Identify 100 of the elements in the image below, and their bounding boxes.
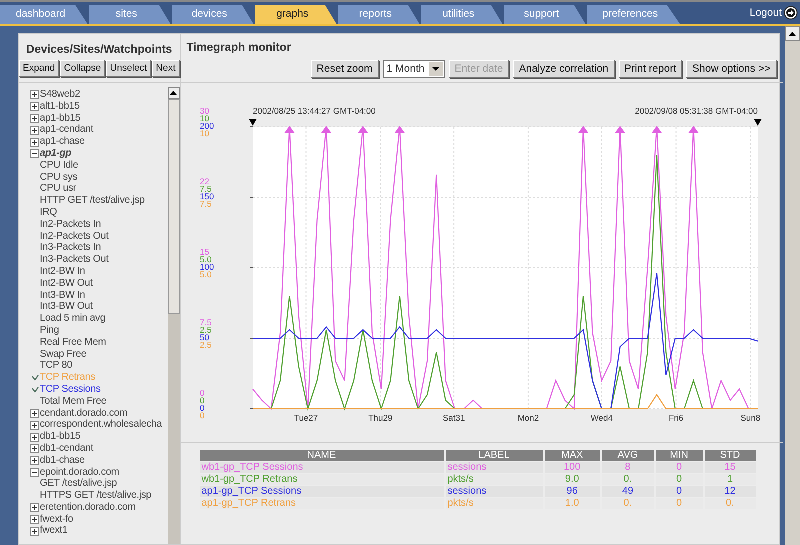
- range-end-marker-icon[interactable]: [754, 119, 762, 126]
- toolbar-button[interactable]: Print report: [618, 60, 682, 78]
- scrollbar[interactable]: [168, 87, 180, 544]
- axis-label: 5.0: [200, 254, 212, 264]
- tree-leaf[interactable]: HTTPS GET /test/alive.jsp: [40, 490, 152, 502]
- expand-icon[interactable]: [30, 420, 39, 430]
- range-start-marker-icon[interactable]: [248, 119, 257, 126]
- overflow-marker: [321, 126, 332, 133]
- collapse-icon[interactable]: [30, 149, 39, 158]
- tree-leaf[interactable]: HTTP GET /test/alive.jsp: [40, 195, 145, 207]
- tree-node[interactable]: epoint.dorado.com: [40, 466, 120, 478]
- page-title: Timegraph monitor: [186, 41, 292, 54]
- tree-node[interactable]: fwext-fo: [40, 514, 74, 526]
- range-dropdown[interactable]: 1 Month: [382, 60, 445, 78]
- tree-leaf[interactable]: GET /test/alive.jsp: [40, 478, 118, 490]
- axis-label: 0: [200, 388, 204, 398]
- tree-node[interactable]: alt1-bb15: [40, 100, 80, 113]
- overflow-marker: [578, 126, 588, 133]
- expand-icon[interactable]: [30, 526, 39, 536]
- axis-label: 22: [200, 176, 210, 186]
- tree-leaf[interactable]: Ping: [40, 324, 60, 337]
- tree-leaf[interactable]: In3-Packets Out: [40, 254, 109, 266]
- table-cell: ap1-gp_TCP Sessions: [200, 486, 444, 497]
- axis-label: 7.5: [200, 318, 212, 328]
- tree-node[interactable]: cendant.dorado.com: [40, 408, 128, 420]
- axis-label: 150: [200, 192, 214, 202]
- collapse-icon[interactable]: [30, 468, 39, 477]
- tree-leaf[interactable]: CPU Idle: [40, 160, 78, 172]
- expand-icon[interactable]: [30, 102, 39, 112]
- expand-icon[interactable]: [30, 114, 39, 123]
- table-cell: 100: [544, 462, 600, 473]
- expand-icon[interactable]: [30, 515, 39, 524]
- tree-leaf[interactable]: Int3-BW In: [40, 290, 86, 302]
- sidebar-title: Devices/Sites/Watchpoints: [25, 43, 174, 58]
- expand-icon[interactable]: [30, 408, 39, 418]
- tree-leaf[interactable]: IRQ: [40, 206, 58, 219]
- tree-leaf[interactable]: In3-Packets In: [40, 242, 102, 254]
- table-cell: sessions: [446, 462, 543, 473]
- column-header: NAME: [200, 450, 444, 461]
- tree-node[interactable]: ap1-gp: [40, 148, 72, 160]
- axis-label: 2.5: [200, 325, 212, 335]
- tree-leaf[interactable]: Real Free Mem: [40, 336, 106, 349]
- expand-icon[interactable]: [30, 432, 39, 442]
- axis-label: 50: [200, 332, 210, 342]
- tree-node[interactable]: ap1-cendant: [40, 124, 94, 136]
- column-header: AVG: [602, 450, 654, 461]
- x-axis-label: Fri6: [668, 413, 684, 423]
- tree-button[interactable]: Next: [152, 60, 180, 77]
- tree-button[interactable]: Unselect: [106, 60, 152, 77]
- up-arrow-icon: [789, 32, 796, 36]
- tree-button[interactable]: Expand: [19, 60, 60, 77]
- tree-node[interactable]: fwext1: [40, 525, 68, 538]
- tree-button[interactable]: Collapse: [60, 60, 106, 77]
- reset-zoom-button[interactable]: Reset zoom: [310, 60, 379, 78]
- tree-leaf[interactable]: In2-Packets In: [40, 218, 102, 231]
- tree-leaf[interactable]: Load 5 min avg: [40, 313, 106, 325]
- axis-label: 0: [200, 396, 204, 406]
- expand-icon[interactable]: [30, 126, 39, 135]
- x-axis-label: Sat31: [442, 413, 465, 423]
- tree-leaf[interactable]: TCP 80: [40, 360, 73, 372]
- expand-icon[interactable]: [30, 138, 39, 147]
- tree-leaf[interactable]: Total Mem Free: [40, 396, 107, 408]
- tree-node[interactable]: correspondent.wholesalecha: [40, 419, 162, 432]
- tree-leaf[interactable]: Int2-BW In: [40, 266, 86, 278]
- axis-label: 5.0: [200, 270, 212, 280]
- toolbar-button[interactable]: Show options >>: [686, 60, 777, 78]
- expand-icon[interactable]: [30, 90, 39, 100]
- arrow-icon: [784, 6, 798, 20]
- axis-label: 10: [200, 114, 210, 124]
- tree-leaf[interactable]: CPU usr: [40, 183, 76, 196]
- tree-node[interactable]: S48web2: [40, 89, 80, 101]
- up-arrow-icon: [170, 91, 178, 95]
- axis-label: 10: [200, 128, 210, 138]
- column-header: LABEL: [446, 450, 543, 461]
- axis-label: 7.5: [200, 199, 212, 209]
- x-axis-label: Mon2: [518, 413, 539, 423]
- tree-node[interactable]: ap1-bb15: [40, 112, 81, 124]
- tree-node[interactable]: eretention.dorado.com: [40, 502, 136, 514]
- logout-link[interactable]: Logout: [748, 6, 800, 24]
- tree-leaf[interactable]: CPU sys: [40, 172, 78, 184]
- tree-node[interactable]: db1-cendant: [40, 442, 94, 455]
- toolbar-button[interactable]: Analyze correlation: [513, 60, 615, 78]
- tree-leaf[interactable]: Int2-BW Out: [40, 278, 93, 290]
- axis-label: 100: [200, 262, 214, 272]
- page-scrollbar[interactable]: [785, 26, 800, 545]
- tree-node[interactable]: db1-chase: [40, 454, 85, 466]
- axis-label: 0: [200, 403, 204, 413]
- expand-icon[interactable]: [30, 503, 39, 512]
- tree-leaf[interactable]: Swap Free: [40, 348, 87, 360]
- x-axis-label: Sun8: [740, 413, 760, 423]
- expand-icon[interactable]: [30, 456, 39, 466]
- tree-node[interactable]: db1-bb15: [40, 431, 81, 443]
- nav-tab[interactable]: graphs: [254, 5, 337, 24]
- tree-node[interactable]: ap1-chase: [40, 136, 85, 148]
- end-time-label: 2002/09/08 05:31:38 GMT-04:00: [634, 106, 758, 116]
- table-cell: wb1-gp_TCP Sessions: [200, 462, 444, 473]
- tree-leaf[interactable]: In2-Packets Out: [40, 230, 109, 242]
- expand-icon[interactable]: [30, 444, 39, 454]
- tree-leaf[interactable]: TCP Sessions: [40, 384, 101, 396]
- tree-leaf[interactable]: Int3-BW Out: [40, 301, 93, 314]
